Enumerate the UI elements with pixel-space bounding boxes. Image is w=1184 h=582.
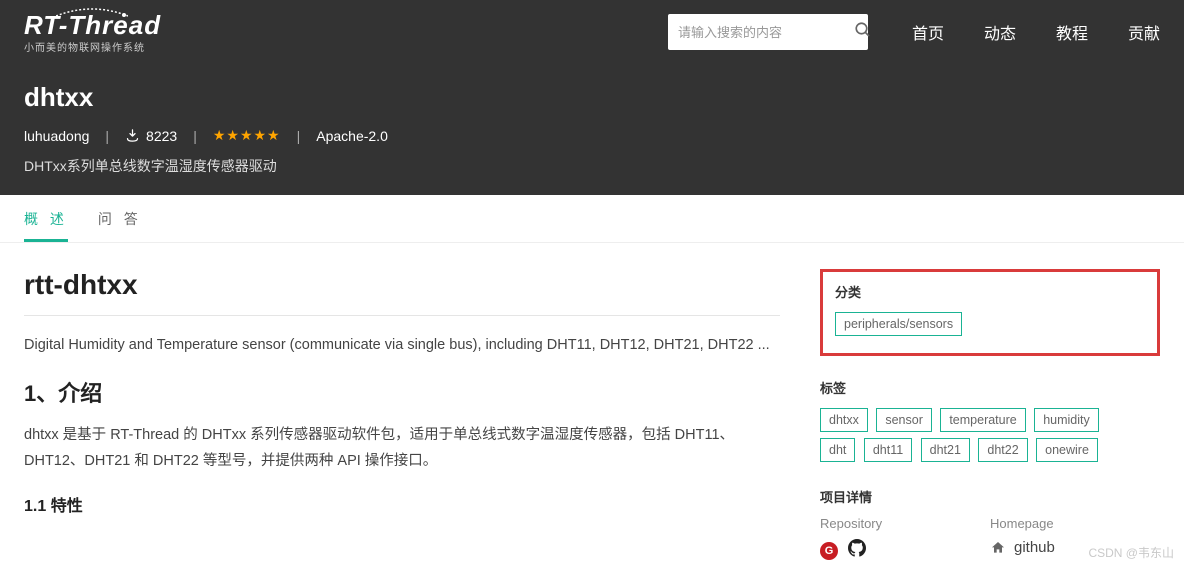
repo-label: Repository <box>820 516 990 531</box>
section-heading-intro: 1、介绍 <box>24 376 780 408</box>
content-title: rtt-dhtxx <box>24 269 780 301</box>
gitee-icon[interactable]: G <box>820 542 838 560</box>
tag-onewire[interactable]: onewire <box>1036 438 1098 462</box>
separator: | <box>105 128 109 144</box>
author[interactable]: luhuadong <box>24 128 89 144</box>
tab-qa[interactable]: 问 答 <box>98 209 142 242</box>
homepage-text: github <box>1014 539 1055 556</box>
separator: | <box>193 128 197 144</box>
intro-body: dhtxx 是基于 RT-Thread 的 DHTxx 系列传感器驱动软件包，适… <box>24 422 780 474</box>
nav-home[interactable]: 首页 <box>912 20 944 44</box>
package-name: dhtxx <box>24 82 1160 113</box>
divider <box>24 315 780 316</box>
tag-humidity[interactable]: humidity <box>1034 408 1099 432</box>
nav-contribute[interactable]: 贡献 <box>1128 20 1160 44</box>
separator: | <box>297 128 301 144</box>
tag-dhtxx[interactable]: dhtxx <box>820 408 868 432</box>
tag-dht22[interactable]: dht22 <box>978 438 1027 462</box>
category-title: 分类 <box>835 282 1145 301</box>
tags-title: 标签 <box>820 378 1160 397</box>
category-box: 分类 peripherals/sensors <box>820 269 1160 356</box>
logo[interactable]: RT-Thread 小而美的物联网操作系统 <box>24 10 161 54</box>
homepage-label: Homepage <box>990 516 1160 531</box>
package-description: DHTxx系列单总线数字温湿度传感器驱动 <box>24 156 1160 176</box>
nav-tutorial[interactable]: 教程 <box>1056 20 1088 44</box>
project-title: 项目详情 <box>820 487 1160 506</box>
watermark: CSDN @韦东山 <box>1088 544 1174 561</box>
star-rating: ★★★★★ <box>213 127 281 144</box>
tag-dht[interactable]: dht <box>820 438 855 462</box>
search-box[interactable] <box>668 14 868 50</box>
logo-subtitle: 小而美的物联网操作系统 <box>24 39 161 54</box>
license: Apache-2.0 <box>316 128 388 144</box>
downloads: 8223 <box>125 128 177 144</box>
intro-paragraph: Digital Humidity and Temperature sensor … <box>24 332 780 358</box>
github-icon[interactable] <box>848 539 866 562</box>
tag-sensor[interactable]: sensor <box>876 408 932 432</box>
home-icon <box>990 540 1006 556</box>
search-icon[interactable] <box>854 21 872 44</box>
subsection-heading-features: 1.1 特性 <box>24 492 780 516</box>
category-pill[interactable]: peripherals/sensors <box>835 312 962 336</box>
download-icon <box>125 128 140 143</box>
tag-temperature[interactable]: temperature <box>940 408 1025 432</box>
tab-overview[interactable]: 概 述 <box>24 209 68 242</box>
search-input[interactable] <box>678 25 854 40</box>
tag-dht11[interactable]: dht11 <box>864 438 912 462</box>
download-count: 8223 <box>146 128 177 144</box>
nav-news[interactable]: 动态 <box>984 20 1016 44</box>
tag-dht21[interactable]: dht21 <box>921 438 970 462</box>
